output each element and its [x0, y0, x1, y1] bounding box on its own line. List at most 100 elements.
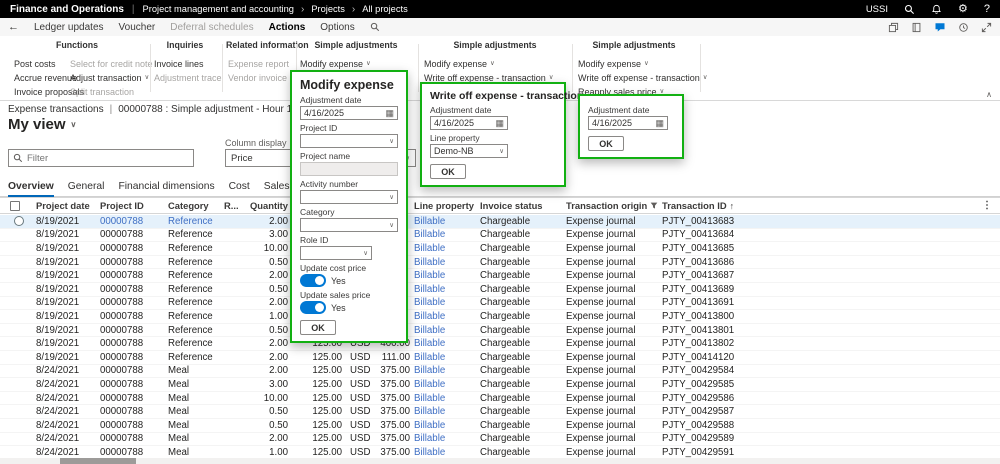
cell-line-property[interactable]: Billable — [410, 352, 480, 363]
tab-overview[interactable]: Overview — [8, 181, 54, 197]
table-row[interactable]: 8/19/202100000788Reference2.00125.00USD4… — [0, 337, 1000, 351]
ok-button[interactable]: OK — [588, 136, 624, 151]
table-row[interactable]: 8/19/202100000788Reference0.50BillableCh… — [0, 283, 1000, 297]
cell-line-property[interactable]: Billable — [410, 365, 480, 376]
ok-button[interactable]: OK — [300, 320, 336, 335]
cell-line-property[interactable]: Billable — [410, 270, 480, 281]
table-row[interactable]: 8/24/202100000788Meal0.50125.00USD375.00… — [0, 405, 1000, 419]
column-header-category[interactable]: Category — [168, 200, 224, 211]
cell-line-property[interactable]: Billable — [410, 393, 480, 404]
modify-expense-menu[interactable]: Modify expense∨ — [424, 57, 554, 71]
help-icon[interactable]: ? — [984, 4, 990, 15]
breadcrumb-page[interactable]: All projects — [362, 4, 407, 14]
update-cost-price-toggle[interactable] — [300, 274, 326, 287]
cell-line-property[interactable]: Billable — [410, 229, 480, 240]
project-id-lookup[interactable]: ∨ — [300, 134, 398, 148]
table-row[interactable]: 8/19/202100000788Reference3.00BillableCh… — [0, 229, 1000, 243]
expand-icon[interactable] — [981, 22, 992, 33]
table-row[interactable]: 8/24/202100000788Meal2.00125.00USD375.00… — [0, 433, 1000, 447]
table-row[interactable]: 8/19/202100000788Reference0.50BillableCh… — [0, 324, 1000, 338]
cell-line-property[interactable]: Billable — [410, 257, 480, 268]
search-icon[interactable] — [904, 4, 915, 15]
line-property-lookup[interactable]: Demo-NB ∨ — [430, 144, 508, 158]
open-in-office-icon[interactable] — [888, 22, 899, 33]
table-row[interactable]: 8/19/202100000788Reference10.00BillableC… — [0, 242, 1000, 256]
tab-cost[interactable]: Cost — [229, 181, 250, 197]
cell-line-property[interactable]: Billable — [410, 297, 480, 308]
column-header-project-id[interactable]: Project ID — [100, 200, 168, 211]
tab-ledger-updates[interactable]: Ledger updates — [34, 22, 104, 33]
tab-voucher[interactable]: Voucher — [119, 22, 156, 33]
quick-filter[interactable] — [8, 149, 194, 167]
gear-icon[interactable]: ⚙ — [958, 4, 968, 15]
cell-line-property[interactable]: Billable — [410, 420, 480, 431]
view-selector[interactable]: My view ∨ — [8, 116, 76, 133]
tab-general[interactable]: General — [68, 181, 105, 197]
collapse-ribbon-icon[interactable]: ∧ — [986, 90, 992, 99]
cell-line-property[interactable]: Billable — [410, 406, 480, 417]
chat-icon[interactable] — [934, 21, 946, 33]
cell-category[interactable]: Reference — [168, 216, 224, 227]
cell-line-property[interactable]: Billable — [410, 379, 480, 390]
table-row[interactable]: 8/19/202100000788Reference0.50BillableCh… — [0, 256, 1000, 270]
column-header-invoice-status[interactable]: Invoice status — [480, 200, 566, 211]
column-header-transaction-id[interactable]: Transaction ID ↑ — [662, 200, 774, 211]
ok-button[interactable]: OK — [430, 164, 466, 179]
category-lookup[interactable]: ∨ — [300, 218, 398, 232]
cell-line-property[interactable]: Billable — [410, 284, 480, 295]
cell-line-property[interactable]: Billable — [410, 325, 480, 336]
select-all-checkbox[interactable] — [10, 201, 20, 211]
cell-line-property[interactable]: Billable — [410, 433, 480, 444]
more-icon[interactable]: ⋮ — [982, 200, 1000, 211]
table-row[interactable]: 8/24/202100000788Meal2.00125.00USD375.00… — [0, 365, 1000, 379]
cell-line-property[interactable]: Billable — [410, 447, 480, 458]
column-header-quantity[interactable]: Quantity — [250, 200, 294, 211]
table-row[interactable]: 8/24/202100000788Meal0.50125.00USD375.00… — [0, 419, 1000, 433]
tab-actions[interactable]: Actions — [269, 22, 306, 33]
tab-options[interactable]: Options — [320, 22, 354, 33]
invoice-lines-button[interactable]: Invoice lines — [154, 57, 222, 71]
modify-expense-menu[interactable]: Modify expense∨ — [578, 57, 708, 71]
calendar-icon[interactable]: ▦ — [495, 118, 504, 129]
breadcrumb-area[interactable]: Projects — [311, 4, 345, 14]
activity-number-lookup[interactable]: ∨ — [300, 190, 398, 204]
column-header-transaction-origin[interactable]: Transaction origin — [566, 200, 662, 211]
modify-expense-menu[interactable]: Modify expense∨ — [300, 57, 371, 71]
column-header-project-date[interactable]: Project date — [36, 200, 100, 211]
adjustment-date-input[interactable]: 4/16/2025 ▦ — [430, 116, 508, 130]
table-row[interactable]: 8/19/202100000788Reference2.00125.00USD1… — [0, 351, 1000, 365]
adjustment-date-input[interactable]: 4/16/2025 ▦ — [588, 116, 668, 130]
back-icon[interactable]: ← — [8, 21, 19, 33]
horizontal-scrollbar[interactable] — [0, 458, 1000, 464]
role-id-lookup[interactable]: ∨ — [300, 246, 372, 260]
action-search-icon[interactable] — [370, 22, 380, 32]
calendar-icon[interactable]: ▦ — [655, 118, 664, 129]
scrollbar-thumb[interactable] — [60, 458, 136, 464]
table-row[interactable]: 8/19/202100000788Reference1.00BillableCh… — [0, 310, 1000, 324]
table-row[interactable]: 8/19/202100000788Reference2.00BillableCh… — [0, 215, 1000, 229]
table-row[interactable]: 8/24/202100000788Meal10.00125.00USD375.0… — [0, 392, 1000, 406]
filter-input[interactable] — [27, 153, 189, 164]
write-off-expense-menu[interactable]: Write off expense - transaction∨ — [578, 71, 708, 85]
table-row[interactable]: 8/19/202100000788Reference2.00BillableCh… — [0, 269, 1000, 283]
bell-icon[interactable] — [931, 4, 942, 15]
table-row[interactable]: 8/24/202100000788Meal3.00125.00USD375.00… — [0, 378, 1000, 392]
adjust-transaction-button[interactable]: Adjust transaction∨ — [70, 71, 153, 85]
calendar-icon[interactable]: ▦ — [385, 108, 394, 119]
tab-sales[interactable]: Sales — [264, 181, 290, 197]
cell-project-id[interactable]: 00000788 — [100, 216, 168, 227]
history-icon[interactable] — [958, 22, 969, 33]
company-picker[interactable]: USSI — [866, 4, 888, 15]
cell-line-property[interactable]: Billable — [410, 311, 480, 322]
row-selector-radio[interactable] — [14, 216, 24, 226]
update-sales-price-toggle[interactable] — [300, 301, 326, 314]
tab-financial-dimensions[interactable]: Financial dimensions — [118, 181, 214, 197]
breadcrumb-module[interactable]: Project management and accounting — [143, 4, 294, 14]
column-header-line-property[interactable]: Line property — [410, 200, 480, 211]
cell-line-property[interactable]: Billable — [410, 216, 480, 227]
cell-line-property[interactable]: Billable — [410, 243, 480, 254]
attachments-icon[interactable] — [911, 22, 922, 33]
cell-line-property[interactable]: Billable — [410, 338, 480, 349]
adjustment-date-input[interactable]: 4/16/2025 ▦ — [300, 106, 398, 120]
table-row[interactable]: 8/19/202100000788Reference2.00BillableCh… — [0, 297, 1000, 311]
